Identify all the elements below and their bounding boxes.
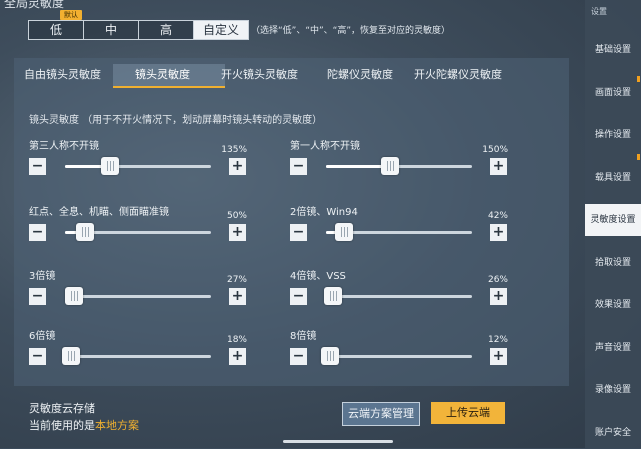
tab-camera[interactable]: 镜头灵敏度: [135, 66, 190, 82]
current-plan-prefix: 当前使用的是: [29, 419, 95, 432]
preset-group: 低 中 高 自定义: [28, 20, 249, 40]
preset-note: （选择“低”、“中”、“高”，恢复至对应的灵敏度）: [251, 26, 450, 36]
decrease-button[interactable]: −: [29, 288, 46, 305]
slider-handle[interactable]: [334, 223, 353, 241]
preset-medium-label: 中: [104, 23, 117, 37]
slider-handle[interactable]: [324, 287, 343, 305]
scrollbar[interactable]: [283, 440, 393, 443]
cloud-manage-button[interactable]: 云端方案管理: [342, 402, 420, 426]
slider-track[interactable]: [65, 223, 211, 241]
slider-value: 12%: [487, 335, 508, 345]
tab-gyroscope[interactable]: 陀螺仪灵敏度: [327, 66, 393, 82]
decrease-button[interactable]: −: [290, 224, 307, 241]
slider-handle[interactable]: [101, 157, 120, 175]
decrease-button[interactable]: −: [29, 158, 46, 175]
slider-handle[interactable]: [321, 347, 340, 365]
current-plan-value: 本地方案: [95, 419, 139, 432]
slider-track[interactable]: [64, 287, 211, 305]
sidebar-item[interactable]: 账户安全: [585, 417, 641, 449]
tab-fire-gyroscope[interactable]: 开火陀螺仪灵敏度: [414, 66, 502, 82]
slider-label: 8倍镜: [290, 331, 317, 342]
slider-handle[interactable]: [61, 347, 80, 365]
slider-track[interactable]: [65, 157, 211, 175]
slider-value: 26%: [487, 275, 508, 285]
sidebar-item[interactable]: 基础设置: [585, 34, 641, 66]
cloud-storage-title: 灵敏度云存储: [29, 402, 95, 415]
sidebar-item[interactable]: 声音设置: [585, 332, 641, 364]
slider-label: 3倍镜: [29, 271, 56, 282]
tab-fire-camera[interactable]: 开火镜头灵敏度: [221, 66, 298, 82]
upload-cloud-button[interactable]: 上传云端: [431, 402, 505, 424]
current-plan-text: 当前使用的是本地方案: [29, 417, 139, 433]
decrease-button[interactable]: −: [290, 288, 307, 305]
slider-track[interactable]: [321, 347, 472, 365]
notification-dot: [637, 154, 640, 160]
increase-button[interactable]: +: [490, 348, 507, 365]
slider-value: 150%: [482, 145, 508, 155]
increase-button[interactable]: +: [490, 224, 507, 241]
slider-label: 第三人称不开镜: [29, 141, 99, 152]
sidebar-item[interactable]: 操作设置: [585, 119, 641, 151]
settings-sidebar: 设置 基础设置画面设置操作设置载具设置灵敏度设置拾取设置效果设置声音设置录像设置…: [585, 0, 641, 448]
slider-track[interactable]: [61, 347, 211, 365]
sidebar-item[interactable]: 拾取设置: [585, 247, 641, 279]
tab-free-camera[interactable]: 自由镜头灵敏度: [24, 66, 101, 82]
decrease-button[interactable]: −: [290, 348, 307, 365]
preset-medium[interactable]: 中: [83, 20, 139, 40]
slider-value: 27%: [226, 275, 247, 285]
camera-sensitivity-hint: 镜头灵敏度 （用于不开火情况下，划动屏幕时镜头转动的灵敏度）: [29, 115, 323, 126]
tab-bar: 自由镜头灵敏度 镜头灵敏度 开火镜头灵敏度 陀螺仪灵敏度 开火陀螺仪灵敏度: [14, 62, 569, 88]
slider-track[interactable]: [326, 223, 472, 241]
increase-button[interactable]: +: [490, 288, 507, 305]
preset-custom[interactable]: 自定义: [193, 20, 249, 40]
slider-handle[interactable]: [64, 287, 83, 305]
default-badge: 默认: [60, 10, 82, 20]
sidebar-header: 设置: [591, 7, 607, 16]
slider-value: 50%: [226, 211, 247, 221]
slider-label: 2倍镜、Win94: [290, 207, 358, 218]
increase-button[interactable]: +: [229, 348, 246, 365]
slider-value: 135%: [221, 145, 247, 155]
decrease-button[interactable]: −: [29, 348, 46, 365]
increase-button[interactable]: +: [229, 224, 246, 241]
slider-label: 6倍镜: [29, 331, 56, 342]
sidebar-item[interactable]: 灵敏度设置: [585, 204, 641, 236]
decrease-button[interactable]: −: [29, 224, 46, 241]
decrease-button[interactable]: −: [290, 158, 307, 175]
sidebar-item[interactable]: 录像设置: [585, 374, 641, 406]
settings-main: 全局灵敏度 低 中 高 自定义 默认 （选择“低”、“中”、“高”，恢复至对应的…: [0, 0, 585, 448]
sidebar-item[interactable]: 载具设置: [585, 162, 641, 194]
sidebar-item[interactable]: 画面设置: [585, 77, 641, 109]
slider-label: 红点、全息、机瞄、侧面瞄准镜: [29, 207, 169, 218]
section-title: 全局灵敏度: [4, 0, 65, 10]
preset-low[interactable]: 低: [28, 20, 84, 40]
increase-button[interactable]: +: [490, 158, 507, 175]
slider-value: 18%: [226, 335, 247, 345]
slider-label: 第一人称不开镜: [290, 141, 360, 152]
increase-button[interactable]: +: [229, 288, 246, 305]
slider-track[interactable]: [324, 287, 472, 305]
sidebar-item[interactable]: 效果设置: [585, 289, 641, 321]
slider-value: 42%: [487, 211, 508, 221]
slider-track[interactable]: [326, 157, 472, 175]
slider-handle[interactable]: [76, 223, 95, 241]
slider-handle[interactable]: [381, 157, 400, 175]
slider-label: 4倍镜、VSS: [290, 271, 346, 282]
increase-button[interactable]: +: [229, 158, 246, 175]
preset-high[interactable]: 高: [138, 20, 194, 40]
